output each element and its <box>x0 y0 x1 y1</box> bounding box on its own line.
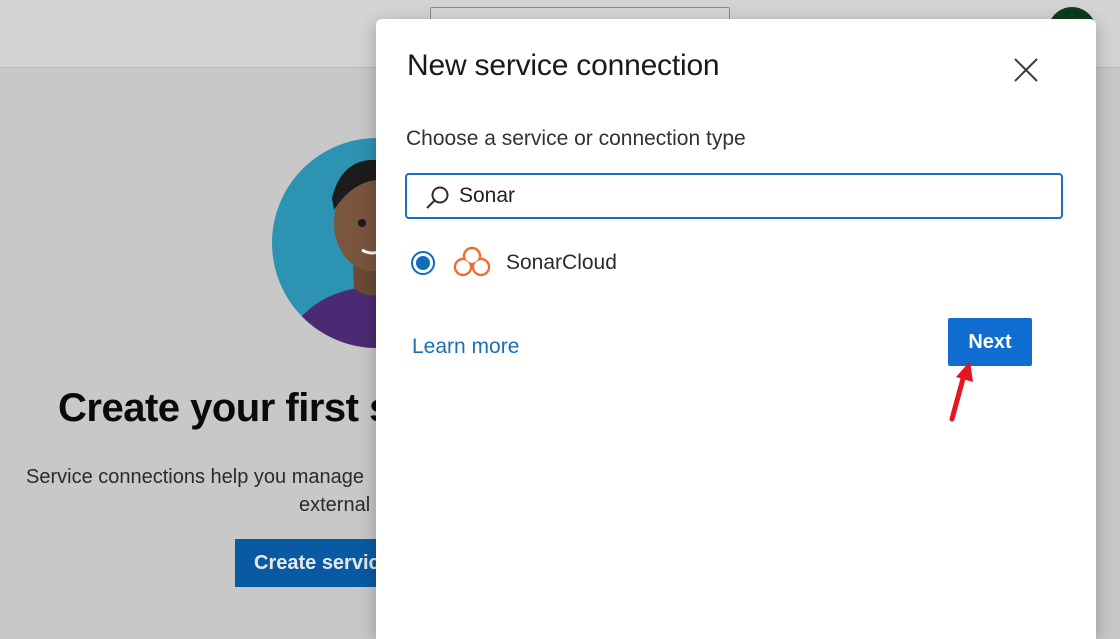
close-button[interactable] <box>1006 55 1046 87</box>
service-search-box[interactable] <box>405 173 1063 219</box>
empty-state-description-line2: external <box>299 494 371 516</box>
dialog-title: New service connection <box>407 49 720 82</box>
search-icon <box>426 186 449 209</box>
empty-state-title: Create your first s <box>58 386 391 430</box>
service-option-sonarcloud[interactable]: SonarCloud <box>406 241 706 285</box>
dialog-subtitle: Choose a service or connection type <box>406 127 746 150</box>
close-icon <box>1014 58 1038 82</box>
annotation-arrow-icon <box>949 361 973 422</box>
search-input[interactable] <box>459 181 1049 211</box>
empty-state-description-line1: Service connections help you manage <box>26 466 364 488</box>
option-label: SonarCloud <box>506 251 617 274</box>
new-service-connection-dialog: New service connection Choose a service … <box>376 19 1096 639</box>
sonarcloud-icon <box>453 246 491 277</box>
empty-state-description: Service connections help you manage exte… <box>26 463 386 519</box>
radio-button-selected[interactable] <box>411 251 435 275</box>
learn-more-link[interactable]: Learn more <box>412 335 519 359</box>
